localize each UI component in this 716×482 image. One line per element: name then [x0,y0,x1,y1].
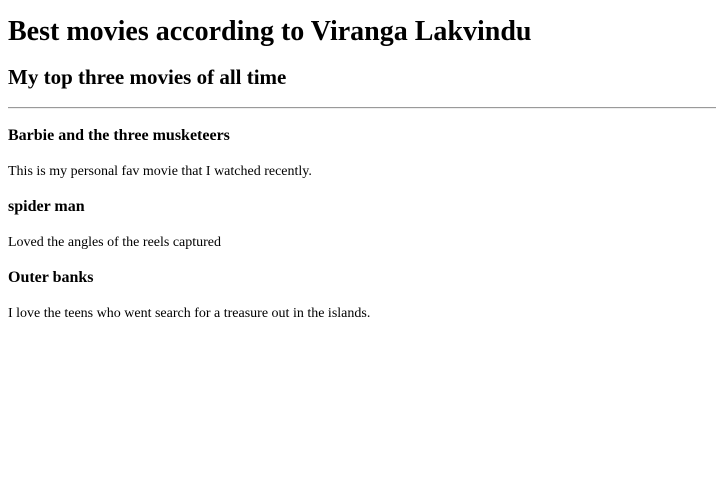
page-subtitle: My top three movies of all time [8,65,287,89]
page-title: Best movies according to Viranga Lakvind… [8,16,532,47]
movie-item: Barbie and the three musketeers This is … [8,126,708,181]
divider [8,107,716,109]
movie-title: Barbie and the three musketeers [8,127,230,144]
movie-item: Outer banks I love the teens who went se… [8,268,708,323]
movie-title: spider man [8,198,85,215]
page-content: Best movies according to Viranga Lakvind… [0,16,716,323]
movie-description: This is my personal fav movie that I wat… [8,164,312,179]
movie-description: Loved the angles of the reels captured [8,235,222,250]
movie-title: Outer banks [8,269,94,286]
movie-item: spider man Loved the angles of the reels… [8,197,708,252]
movie-description: I love the teens who went search for a t… [8,306,371,321]
movie-list: Barbie and the three musketeers This is … [8,126,708,323]
